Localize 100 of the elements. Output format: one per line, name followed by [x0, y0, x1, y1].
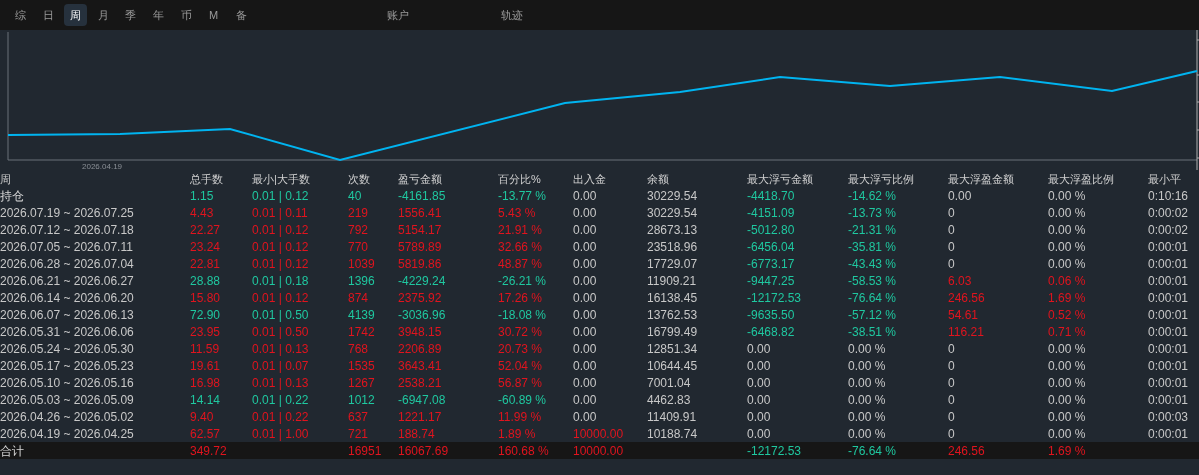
table-cell: 0 [948, 222, 955, 237]
table-cell: -13.73 % [848, 205, 897, 220]
period-tab[interactable]: 日 [36, 4, 60, 26]
table-cell: 0:00:01 [1148, 324, 1189, 339]
table-cell: 16067.69 [398, 443, 449, 458]
table-cell: 0 [948, 256, 955, 271]
period-tab[interactable]: 综 [9, 4, 32, 26]
table-cell: -76.64 % [848, 290, 897, 305]
table-cell: 0.00 [573, 273, 597, 288]
table-cell: 12851.34 [647, 341, 698, 356]
table-cell: 0.00 [573, 222, 597, 237]
table-cell: 0:00:01 [1148, 426, 1189, 441]
table-cell: 30.72 % [498, 324, 543, 339]
period-tab[interactable]: 轨迹 [493, 4, 532, 26]
table-cell: -9447.25 [747, 273, 795, 288]
table-cell: 2026.05.31 ~ 2026.06.06 [0, 324, 134, 339]
table-cell: -21.31 % [848, 222, 897, 237]
table-cell: -3036.96 [398, 307, 446, 322]
table-cell: -4229.24 [398, 273, 446, 288]
table-cell: -6947.08 [398, 392, 446, 407]
table-cell: 11909.21 [647, 273, 697, 288]
table-cell: 16.98 [190, 375, 221, 390]
table-cell: 116.21 [948, 324, 984, 339]
period-tab[interactable]: 周 [64, 4, 88, 26]
table-cell: 0.00 % [1048, 256, 1086, 271]
period-tab[interactable]: 年 [146, 4, 170, 26]
column-header: 最大浮亏金额 [747, 172, 813, 185]
table-cell: 0.00 [573, 188, 597, 203]
table-cell: 0.01 | 0.12 [252, 290, 309, 305]
period-tab[interactable]: 币 [174, 4, 198, 26]
table-cell: 17.26 % [498, 290, 543, 305]
table-cell: 246.56 [948, 290, 985, 305]
table-cell: 2538.21 [398, 375, 442, 390]
table-cell: 16138.45 [647, 290, 698, 305]
table-cell: 7001.04 [647, 375, 691, 390]
table-cell: -60.89 % [498, 392, 547, 407]
period-tab[interactable]: 账户 [379, 4, 418, 26]
table-cell: 0.00 [747, 426, 771, 441]
table-cell: 0.00 [573, 358, 597, 373]
table-cell: 0.00 [573, 375, 597, 390]
table-cell: 0:00:03 [1148, 409, 1189, 424]
table-cell: 0.00 [747, 358, 771, 373]
table-cell: 770 [348, 239, 369, 254]
table-cell: 14.14 [190, 392, 221, 407]
table-cell: 16951 [348, 443, 382, 458]
table-cell: 19.61 [190, 358, 221, 373]
table-cell: 2026.05.10 ~ 2026.05.16 [0, 375, 134, 390]
table-cell: 11.99 % [498, 409, 542, 424]
table-cell: 1221.17 [398, 409, 442, 424]
table-cell: -12172.53 [747, 290, 802, 305]
table-cell: 0 [948, 341, 955, 356]
table-cell: 1267 [348, 375, 375, 390]
table-cell: 0.00 [573, 205, 597, 220]
table-cell: 0.00 % [1048, 375, 1086, 390]
table-cell: -13.77 % [498, 188, 547, 203]
period-tab[interactable]: 备 [229, 4, 253, 26]
table-cell: 0 [948, 392, 955, 407]
table-cell: 0.00 [573, 409, 597, 424]
table-cell: 28.88 [190, 273, 221, 288]
table-cell: 792 [348, 222, 369, 237]
table-cell: 1.15 [190, 188, 214, 203]
period-tab[interactable]: M [202, 4, 226, 26]
table-cell: -58.53 % [848, 273, 897, 288]
table-cell: 0.01 | 0.13 [252, 375, 309, 390]
table-cell: 0.01 | 0.12 [252, 222, 309, 237]
table-cell: 62.57 [190, 426, 221, 441]
table-cell: 2026.07.19 ~ 2026.07.25 [0, 205, 134, 220]
table-cell: 10188.74 [647, 426, 698, 441]
table-cell: 0.01 | 0.12 [252, 256, 309, 271]
period-tab[interactable]: 月 [91, 4, 115, 26]
column-header: 最小平 [1148, 172, 1181, 185]
table-cell: 0.01 | 0.18 [252, 273, 309, 288]
table-cell: 4.43 [190, 205, 214, 220]
table-cell: 0.00 [747, 409, 771, 424]
table-cell: 0.00 [747, 341, 771, 356]
table-cell: 2026.06.21 ~ 2026.06.27 [0, 273, 134, 288]
table-cell: 2026.04.19 ~ 2026.04.25 [0, 426, 134, 441]
table-cell: 1742 [348, 324, 375, 339]
table-cell: -43.43 % [848, 256, 897, 271]
table-cell: 768 [348, 341, 369, 356]
table-cell: 5.43 % [498, 205, 536, 220]
period-tab[interactable]: 季 [119, 4, 143, 26]
table-cell: 9.40 [190, 409, 214, 424]
table-cell: 349.72 [190, 443, 227, 458]
table-cell: 0.00 % [1048, 239, 1086, 254]
table-cell: 23.24 [190, 239, 221, 254]
table-cell: 2026.05.17 ~ 2026.05.23 [0, 358, 134, 373]
table-cell: 0.00 % [848, 375, 886, 390]
table-cell: -4161.85 [398, 188, 446, 203]
table-cell: 0:00:01 [1148, 307, 1189, 322]
table-cell: 0.00 % [848, 392, 886, 407]
table-cell: 2026.07.05 ~ 2026.07.11 [0, 239, 133, 254]
table-cell: 0.01 | 1.00 [252, 426, 309, 441]
table-cell: 28673.13 [647, 222, 698, 237]
table-cell: 40 [348, 188, 362, 203]
table-cell: 13762.53 [647, 307, 698, 322]
table-cell: 5789.89 [398, 239, 442, 254]
table-cell: -5012.80 [747, 222, 795, 237]
table-cell: 0.00 [948, 188, 972, 203]
table-cell: 15.80 [190, 290, 221, 305]
